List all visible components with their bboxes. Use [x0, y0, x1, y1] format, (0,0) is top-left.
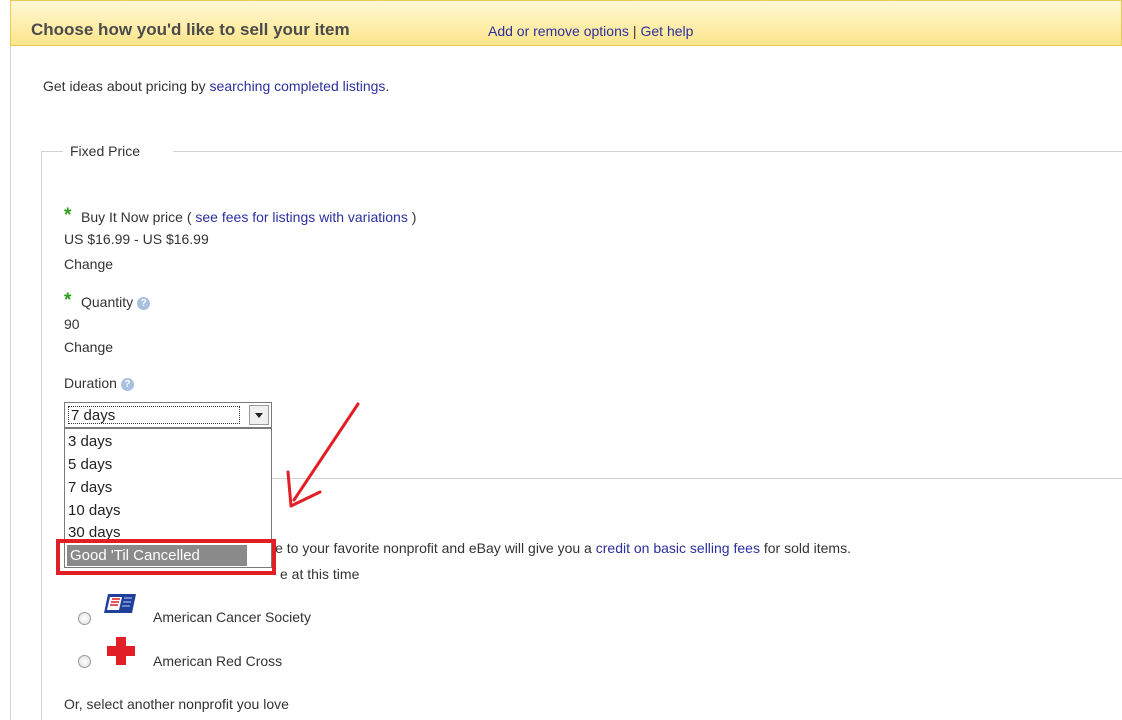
duration-option[interactable]: 3 days — [68, 433, 112, 450]
section-divider — [272, 478, 1122, 479]
required-marker: * — [64, 205, 72, 226]
change-price-link[interactable]: Change — [64, 256, 113, 272]
fieldset-border-top-right — [173, 151, 1122, 152]
charity-name: American Cancer Society — [153, 609, 311, 625]
quantity-label: Quantity — [81, 294, 134, 310]
select-another-nonprofit-link[interactable]: Or, select another nonprofit you love — [64, 696, 289, 712]
fixed-price-legend: Fixed Price — [70, 143, 141, 159]
duration-label-row: Duration? — [64, 375, 134, 391]
change-quantity-link[interactable]: Change — [64, 339, 113, 355]
help-icon[interactable]: ? — [120, 377, 134, 391]
charity-radio[interactable] — [78, 655, 91, 668]
required-marker: * — [64, 290, 72, 311]
duration-option[interactable]: 10 days — [68, 502, 121, 519]
american-cancer-society-logo-icon — [104, 594, 136, 613]
variation-fees-link[interactable]: see fees for listings with variations — [195, 209, 407, 225]
get-help-link[interactable]: Get help — [641, 23, 694, 39]
completed-listings-link[interactable]: searching completed listings — [210, 78, 386, 94]
pricing-tip: Get ideas about pricing by searching com… — [43, 78, 390, 94]
link-separator: | — [632, 23, 637, 39]
section-header: Choose how you'd like to sell your item … — [10, 0, 1122, 46]
buy-it-now-value: US $16.99 - US $16.99 — [64, 231, 209, 247]
charity-radio[interactable] — [78, 612, 91, 625]
duration-label: Duration — [64, 375, 117, 391]
annotation-highlight-box — [56, 539, 276, 575]
selling-fees-credit-link[interactable]: credit on basic selling fees — [596, 540, 760, 556]
no-donation-option: e at this time — [280, 566, 360, 582]
help-icon[interactable]: ? — [137, 296, 151, 310]
duration-selected-value: 7 days — [68, 406, 240, 424]
fieldset-border-top-left — [41, 151, 63, 152]
section-title: Choose how you'd like to sell your item — [31, 20, 350, 39]
duration-option[interactable]: 5 days — [68, 456, 112, 473]
add-remove-options-link[interactable]: Add or remove options — [488, 23, 629, 39]
quantity-label-row: Quantity? — [81, 294, 151, 310]
buy-it-now-label: Buy It Now price — [81, 209, 183, 225]
duration-option[interactable]: 7 days — [68, 479, 112, 496]
duration-select[interactable]: 7 days — [64, 402, 272, 428]
quantity-value: 90 — [64, 316, 80, 332]
chevron-down-icon[interactable] — [249, 405, 269, 425]
donation-text: le to your favorite nonprofit and eBay w… — [272, 540, 851, 556]
annotation-arrow-icon — [286, 402, 360, 508]
buy-it-now-label-row: Buy It Now price ( see fees for listings… — [81, 209, 417, 225]
charity-name: American Red Cross — [153, 653, 283, 669]
fieldset-border-left — [41, 151, 42, 720]
red-cross-icon — [107, 637, 135, 665]
header-links: Add or remove options | Get help — [488, 23, 693, 39]
